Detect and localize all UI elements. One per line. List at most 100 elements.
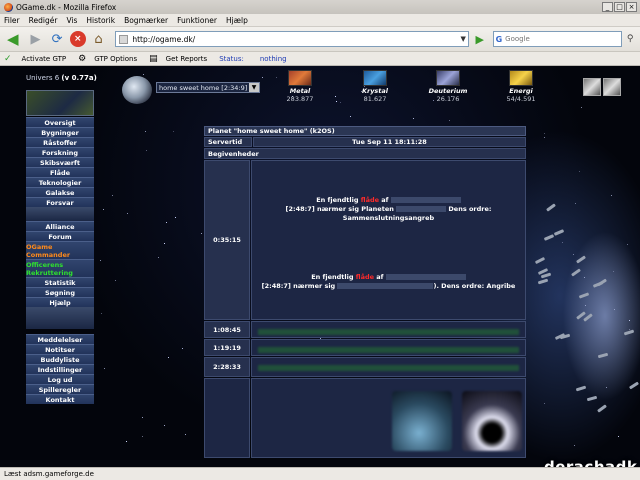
google-engine-icon[interactable]: G: [496, 35, 503, 44]
star: [103, 209, 104, 210]
menu-oversigt[interactable]: Oversigt: [26, 117, 94, 127]
menu-hjaelp[interactable]: Hjælp: [226, 16, 248, 25]
star: [606, 387, 607, 388]
menu-bygninger[interactable]: Bygninger: [26, 127, 94, 137]
menu-filer[interactable]: Filer: [4, 16, 20, 25]
admiral-officer-icon[interactable]: [603, 78, 621, 96]
menu-skibsvaerft[interactable]: Skibsværft: [26, 157, 94, 167]
reload-icon[interactable]: ⟳: [48, 30, 66, 48]
moon-image[interactable]: [462, 391, 522, 451]
chevron-down-icon[interactable]: ▼: [249, 83, 259, 92]
star: [262, 77, 263, 78]
star: [115, 280, 116, 281]
menu-alliance[interactable]: Alliance: [26, 221, 94, 231]
menu-forsvar[interactable]: Forsvar: [26, 197, 94, 207]
maximize-button[interactable]: □: [614, 2, 625, 12]
menu-forum[interactable]: Forum: [26, 231, 94, 241]
title-bar: OGame.dk - Mozilla Firefox _ □ ×: [0, 0, 640, 14]
activate-gtp-button[interactable]: Activate GTP: [22, 55, 67, 63]
star: [575, 203, 576, 204]
star: [158, 257, 159, 258]
event-row: [251, 321, 526, 338]
event-row: [251, 357, 526, 377]
minimize-button[interactable]: _: [602, 2, 613, 12]
planet-image[interactable]: [392, 391, 452, 451]
star: [614, 309, 615, 310]
menu-statistik[interactable]: Statistik: [26, 277, 94, 287]
menu-log-ud[interactable]: Log ud: [26, 374, 94, 384]
star: [126, 441, 127, 442]
home-icon[interactable]: ⌂: [90, 30, 108, 48]
menu-rediger[interactable]: Redigér: [29, 16, 58, 25]
empty-cell: [204, 378, 250, 458]
energy-icon: [509, 70, 533, 86]
url-dropdown-icon[interactable]: ▼: [460, 35, 465, 43]
menu-spilleregler[interactable]: Spilleregler: [26, 384, 94, 394]
menu-vis[interactable]: Vis: [66, 16, 77, 25]
back-arrow-icon[interactable]: ◀: [3, 30, 23, 48]
gtp-options-button[interactable]: GTP Options: [94, 55, 137, 63]
redacted-text: [390, 197, 461, 203]
planet-select[interactable]: home sweet home [2:34:9] ▼: [156, 82, 260, 93]
commander-officer-icon[interactable]: [583, 78, 601, 96]
game-page: Univers 6 (v 0.77a) home sweet home [2:3…: [0, 66, 640, 467]
menu-flade[interactable]: Flåde: [26, 167, 94, 177]
get-reports-button[interactable]: Get Reports: [166, 55, 208, 63]
spaceship: [571, 268, 581, 277]
crystal-icon: [363, 70, 387, 86]
forward-arrow-icon[interactable]: ▶: [27, 30, 45, 48]
menu-officers[interactable]: Officerens Rekruttering: [26, 259, 94, 277]
menu-ogame-commander[interactable]: OGame Commander: [26, 241, 94, 259]
spaceship: [575, 385, 587, 392]
star: [611, 195, 612, 196]
planet-thumbnail[interactable]: [122, 76, 152, 104]
redacted-event: [258, 329, 519, 335]
hostile-marker: flåde: [360, 196, 380, 204]
go-arrow-icon[interactable]: ▶: [473, 30, 487, 48]
star: [164, 243, 165, 244]
search-bar[interactable]: G: [492, 31, 623, 47]
menu-galakse[interactable]: Galakse: [26, 187, 94, 197]
star: [340, 102, 341, 103]
menu-indstillinger[interactable]: Indstillinger: [26, 364, 94, 374]
menu-bar: Filer Redigér Vis Historik Bogmærker Fun…: [0, 14, 640, 27]
menu-forskning[interactable]: Forskning: [26, 147, 94, 157]
menu-teknologier[interactable]: Teknologier: [26, 177, 94, 187]
favicon-icon: [119, 34, 129, 44]
menu-divider: [26, 207, 94, 221]
window-title: OGame.dk - Mozilla Firefox: [16, 2, 117, 12]
star: [100, 260, 101, 261]
close-button[interactable]: ×: [626, 2, 637, 12]
spaceship: [623, 329, 635, 336]
menu-notitser[interactable]: Notitser: [26, 344, 94, 354]
star: [104, 368, 105, 369]
redacted-event: [258, 347, 519, 353]
url-bar[interactable]: http://ogame.dk/ ▼: [115, 31, 469, 47]
star: [101, 313, 102, 314]
events-header: Begivenheder: [204, 148, 526, 159]
star: [629, 320, 630, 321]
menu-buddyliste[interactable]: Buddyliste: [26, 354, 94, 364]
star: [350, 116, 351, 117]
event-timer: 2:28:33: [204, 357, 250, 377]
menu-kontakt[interactable]: Kontakt: [26, 394, 94, 404]
url-text[interactable]: http://ogame.dk/: [132, 35, 195, 44]
search-input[interactable]: [505, 35, 606, 43]
menu-historik[interactable]: Historik: [86, 16, 115, 25]
menu-rastoffer[interactable]: Råstoffer: [26, 137, 94, 147]
star: [182, 348, 183, 349]
menu-funktioner[interactable]: Funktioner: [177, 16, 217, 25]
star: [627, 244, 628, 245]
menu-hjaelp-game[interactable]: Hjælp: [26, 297, 94, 307]
event-timer: 0:35:15: [204, 160, 250, 320]
star: [585, 305, 586, 306]
menu-sogning[interactable]: Søgning: [26, 287, 94, 297]
spaceship: [586, 395, 598, 402]
search-magnifier-icon[interactable]: ⚲: [624, 30, 636, 48]
menu-meddelelser[interactable]: Meddelelser: [26, 334, 94, 344]
spaceship: [540, 272, 552, 279]
menu-bogmaerker[interactable]: Bogmærker: [124, 16, 168, 25]
event-timer: 1:08:45: [204, 321, 250, 338]
account-menu: Meddelelser Notitser Buddyliste Indstill…: [26, 334, 94, 404]
stop-icon[interactable]: ×: [69, 31, 86, 47]
